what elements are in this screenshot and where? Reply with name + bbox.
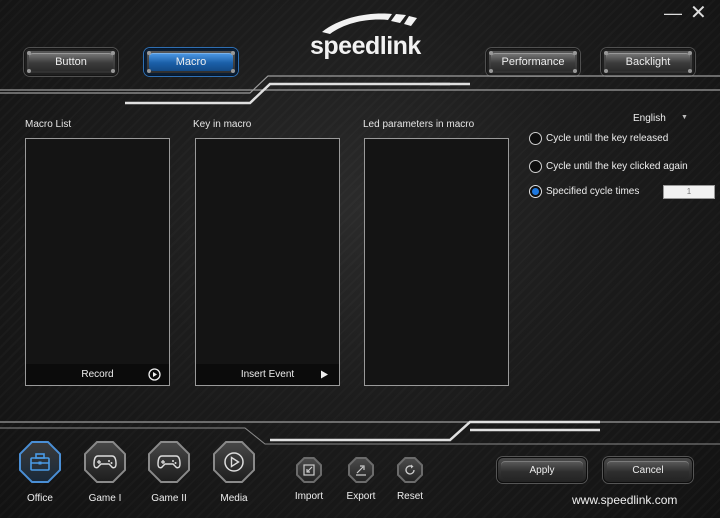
tab-backlight-label: Backlight	[625, 56, 671, 68]
tab-performance-label: Performance	[501, 56, 565, 68]
profile-label: Game I	[88, 493, 122, 504]
play-triangle-icon	[321, 370, 328, 379]
tool-label: Reset	[396, 491, 424, 502]
profile-game-2[interactable]: Game II	[146, 441, 192, 504]
macro-list-title: Macro List	[25, 119, 72, 130]
import-icon	[303, 464, 315, 476]
profile-office[interactable]: Office	[17, 441, 63, 504]
radio-clicked-again[interactable]	[529, 160, 542, 173]
profile-media[interactable]: Media	[211, 441, 257, 504]
briefcase-icon	[30, 453, 50, 471]
profile-label: Media	[220, 493, 248, 504]
cycle-option-label: Cycle until the key clicked again	[546, 161, 688, 172]
language-value: English	[633, 113, 666, 124]
website-link[interactable]: www.speedlink.com	[572, 493, 677, 507]
macro-list-panel[interactable]: Record	[25, 138, 170, 386]
profile-game-1[interactable]: Game I	[82, 441, 128, 504]
gamepad-icon	[157, 455, 181, 469]
led-parameters-title: Led parameters in macro	[363, 119, 475, 130]
language-select[interactable]: English ▼	[633, 113, 688, 124]
gamepad-icon	[93, 455, 117, 469]
chevron-down-icon: ▼	[681, 114, 688, 121]
tab-macro[interactable]: Macro	[144, 48, 238, 76]
cycle-option-released[interactable]: Cycle until the key released	[529, 132, 668, 145]
close-button[interactable]: ✕	[690, 3, 707, 23]
key-in-macro-panel[interactable]: Insert Event	[195, 138, 340, 386]
tab-backlight[interactable]: Backlight	[601, 48, 695, 76]
radio-released[interactable]	[529, 132, 542, 145]
key-in-macro-title: Key in macro	[193, 119, 252, 130]
insert-event-button[interactable]: Insert Event	[196, 364, 339, 385]
import-button[interactable]: Import	[289, 457, 329, 502]
play-circle-icon	[148, 368, 161, 381]
cycle-times-input[interactable]: 1	[663, 185, 715, 199]
speedlink-logo: speedlink	[308, 12, 422, 62]
tool-label: Export	[346, 491, 376, 502]
tab-button-label: Button	[55, 56, 87, 68]
app-window: — ✕ speedlink Button Macro Performance B…	[0, 0, 720, 518]
minimize-button[interactable]: —	[664, 4, 682, 22]
cancel-label: Cancel	[632, 464, 664, 476]
record-button[interactable]: Record	[26, 364, 169, 385]
cycle-option-label: Cycle until the key released	[546, 133, 669, 144]
record-label: Record	[81, 369, 114, 380]
led-parameters-panel[interactable]	[364, 138, 509, 386]
play-circle-icon	[224, 452, 244, 472]
tab-performance[interactable]: Performance	[486, 48, 580, 76]
tool-label: Import	[294, 491, 324, 502]
cycle-option-clicked-again[interactable]: Cycle until the key clicked again	[529, 160, 688, 173]
cancel-button[interactable]: Cancel	[603, 457, 693, 483]
apply-button[interactable]: Apply	[497, 457, 587, 483]
logo-text: speedlink	[310, 32, 421, 60]
reset-icon	[405, 464, 415, 475]
radio-specified[interactable]	[529, 185, 542, 198]
insert-event-label: Insert Event	[240, 369, 295, 380]
cycle-option-specified[interactable]: Specified cycle times	[529, 185, 639, 198]
reset-button[interactable]: Reset	[390, 457, 430, 502]
cycle-option-label: Specified cycle times	[546, 186, 640, 197]
apply-label: Apply	[529, 464, 555, 476]
export-icon	[356, 465, 366, 476]
tab-macro-label: Macro	[175, 56, 207, 68]
profile-label: Game II	[151, 493, 187, 504]
tab-button[interactable]: Button	[24, 48, 118, 76]
profile-label: Office	[27, 493, 53, 504]
export-button[interactable]: Export	[341, 457, 381, 502]
